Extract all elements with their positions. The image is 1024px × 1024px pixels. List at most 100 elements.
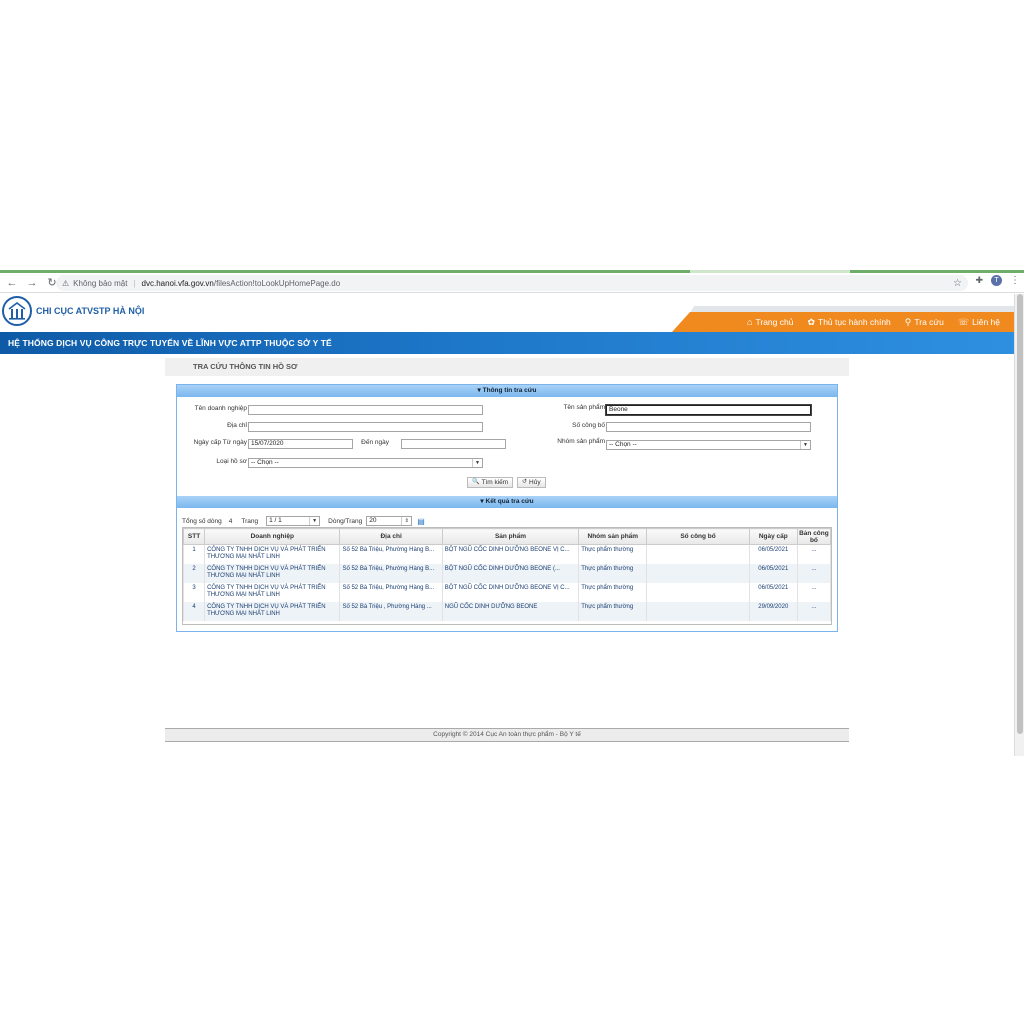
cell-company: CÔNG TY TNHH DỊCH VỤ VÀ PHÁT TRIỂN THƯƠN… (204, 563, 341, 583)
chevron-down-icon: ▼ (800, 441, 810, 449)
cell-group: Thực phẩm thường (578, 563, 648, 583)
nav-label: Liên hệ (972, 317, 1000, 327)
cell-document-link[interactable]: ... (796, 601, 832, 621)
browser-toolbar: ← → ↻ ⚠ Không bảo mật | dvc.hanoi.vfa.go… (0, 273, 1024, 293)
cell-date: 06/05/2021 (748, 582, 798, 602)
bookmark-star-icon[interactable]: ☆ (953, 278, 962, 289)
product-group-select[interactable]: -- Chọn -- ▼ (606, 440, 811, 450)
site-header: CHI CỤC ATVSTP HÀ NỘI ⌂ Trang chủ ✿ Thủ tụ… (0, 294, 1019, 332)
cell-address: Số 52 Bà Triệu , Phường Hàng ... (339, 601, 443, 621)
cell-address: Số 52 Bà Triệu, Phường Hàng B... (339, 563, 443, 583)
phone-icon: ☏ (957, 316, 970, 327)
cell-product: NGŨ CỐC DINH DƯỠNG BEONE (441, 601, 580, 621)
web-page: CHI CỤC ATVSTP HÀ NỘI ⌂ Trang chủ ✿ Thủ tụ… (0, 294, 1019, 756)
col-group[interactable]: Nhóm sản phẩm (578, 528, 648, 545)
page-value: 1 / 1 (269, 517, 282, 524)
nav-label: Thủ tục hành chính (818, 317, 891, 327)
to-date-label: Đến ngày (361, 439, 389, 446)
nav-label: Tra cứu (914, 317, 944, 327)
col-stt[interactable]: STT (182, 528, 206, 545)
gear-icon: ✿ (807, 316, 815, 327)
footer: Copyright © 2014 Cục An toàn thực phẩm -… (165, 728, 849, 742)
col-document[interactable]: Bản công bố (796, 528, 832, 545)
back-icon[interactable]: ← (4, 275, 20, 291)
cell-company: CÔNG TY TNHH DỊCH VỤ VÀ PHÁT TRIỂN THƯƠN… (204, 544, 341, 564)
toolbar-actions: ✚ T ⋮ (975, 275, 1020, 286)
chevron-down-icon: ▼ (309, 517, 319, 525)
search-icon: 🔍 (472, 479, 480, 485)
forward-icon[interactable]: → (24, 275, 40, 291)
company-input[interactable] (248, 405, 483, 415)
cell-product: BỘT NGŨ CỐC DINH DƯỠNG BEONE VỊ C... (441, 544, 580, 564)
scrollbar-thumb[interactable] (1017, 294, 1023, 734)
address-input[interactable] (248, 422, 483, 432)
org-name[interactable]: CHI CỤC ATVSTP HÀ NỘI (36, 306, 144, 316)
cell-product: BỘT NGŨ CỐC DINH DƯỠNG BEONE (... (441, 563, 580, 583)
announce-no-label: Số công bố (572, 422, 605, 429)
profile-avatar[interactable]: T (991, 275, 1002, 286)
nav-home[interactable]: ⌂ Trang chủ (747, 317, 793, 327)
cell-stt: 4 (182, 601, 206, 621)
stepper-arrows-icon: ⇕ (401, 517, 411, 525)
col-product[interactable]: Sản phẩm (441, 528, 580, 545)
cell-group: Thực phẩm thường (578, 601, 648, 621)
col-announce-no[interactable]: Số công bố (646, 528, 750, 545)
page-select[interactable]: 1 / 1 ▼ (266, 516, 321, 526)
product-input[interactable]: Beone (606, 405, 811, 415)
home-icon: ⌂ (747, 317, 753, 327)
page-scrollbar[interactable] (1014, 294, 1024, 756)
system-banner: HỆ THỐNG DỊCH VỤ CÔNG TRỰC TUYẾN VỀ LĨNH… (0, 332, 1014, 354)
dossier-type-value: -- Chọn -- (251, 459, 279, 466)
announce-no-input[interactable] (606, 422, 811, 432)
cell-stt: 1 (182, 544, 206, 564)
company-label: Tên doanh nghiệp (194, 405, 247, 412)
total-value: 4 (228, 517, 233, 525)
nav-procedures[interactable]: ✿ Thủ tục hành chính (807, 317, 890, 328)
main-nav: ⌂ Trang chủ ✿ Thủ tục hành chính ⚲ Tra cứu … (672, 312, 1014, 332)
search-button-label: Tìm kiếm (481, 479, 509, 486)
lookup-panel: ▾ Thông tin tra cứu Tên doanh nghiệp Địa… (176, 384, 838, 632)
cell-document-link[interactable]: ... (796, 544, 832, 564)
from-date-input[interactable]: 15/07/2020 (248, 439, 353, 449)
search-section-label: Thông tin tra cứu (482, 387, 537, 394)
cell-date: 06/05/2021 (748, 544, 798, 564)
table-row[interactable]: 1 CÔNG TY TNHH DỊCH VỤ VÀ PHÁT TRIỂN THƯ… (182, 544, 832, 564)
to-date-input[interactable] (401, 439, 506, 449)
results-table: STT Doanh nghiệp Địa chỉ Sản phẩm Nhóm s… (182, 527, 832, 625)
page-title: TRA CỨU THÔNG TIN HỒ SƠ (165, 358, 849, 376)
export-icon[interactable]: ▤ (417, 517, 425, 526)
product-group-value: -- Chọn -- (609, 441, 637, 448)
undo-icon: ↺ (522, 479, 528, 485)
table-row[interactable]: 4 CÔNG TY TNHH DỊCH VỤ VÀ PHÁT TRIỂN THƯ… (182, 601, 832, 621)
chevron-down-icon: ▼ (472, 459, 482, 467)
product-label: Tên sản phẩm (563, 404, 605, 411)
dossier-type-select[interactable]: -- Chọn -- ▼ (248, 458, 483, 468)
cell-group: Thực phẩm thường (578, 544, 648, 564)
menu-icon[interactable]: ⋮ (1010, 275, 1020, 286)
nav-contact[interactable]: ☏ Liên hệ (958, 317, 1000, 328)
search-button[interactable]: 🔍 Tìm kiếm (467, 477, 514, 488)
table-row[interactable]: 3 CÔNG TY TNHH DỊCH VỤ VÀ PHÁT TRIỂN THƯ… (182, 582, 832, 602)
url-host: dvc.hanoi.vfa.gov.vn (141, 278, 214, 288)
hanoi-logo[interactable] (2, 296, 32, 326)
col-date[interactable]: Ngày cấp (748, 528, 798, 545)
logo-emblem-icon (8, 302, 26, 320)
search-section-header[interactable]: ▾ Thông tin tra cứu (177, 385, 837, 397)
col-company[interactable]: Doanh nghiệp (204, 528, 341, 545)
address-bar[interactable]: ⚠ Không bảo mật | dvc.hanoi.vfa.gov.vn /… (56, 275, 968, 291)
cell-document-link[interactable]: ... (796, 582, 832, 602)
nav-lookup[interactable]: ⚲ Tra cứu (905, 317, 944, 328)
col-address[interactable]: Địa chỉ (339, 528, 443, 545)
cancel-button[interactable]: ↺ Hủy (517, 477, 546, 488)
results-section-header[interactable]: ▾ Kết quả tra cứu (177, 496, 837, 508)
cell-announce-no (646, 582, 750, 602)
cell-address: Số 52 Bà Triệu, Phường Hàng B... (339, 544, 443, 564)
cell-address: Số 52 Bà Triệu, Phường Hàng B... (339, 582, 443, 602)
cell-company: CÔNG TY TNHH DỊCH VỤ VÀ PHÁT TRIỂN THƯƠN… (204, 601, 341, 621)
table-row[interactable]: 2 CÔNG TY TNHH DỊCH VỤ VÀ PHÁT TRIỂN THƯ… (182, 563, 832, 583)
extensions-icon[interactable]: ✚ (975, 275, 983, 286)
url-path: /filesAction!toLookUpHomePage.do (213, 278, 341, 288)
rows-per-page-stepper[interactable]: 20 ⇕ (366, 516, 413, 526)
page-label: Trang (241, 517, 259, 525)
cell-document-link[interactable]: ... (796, 563, 832, 583)
